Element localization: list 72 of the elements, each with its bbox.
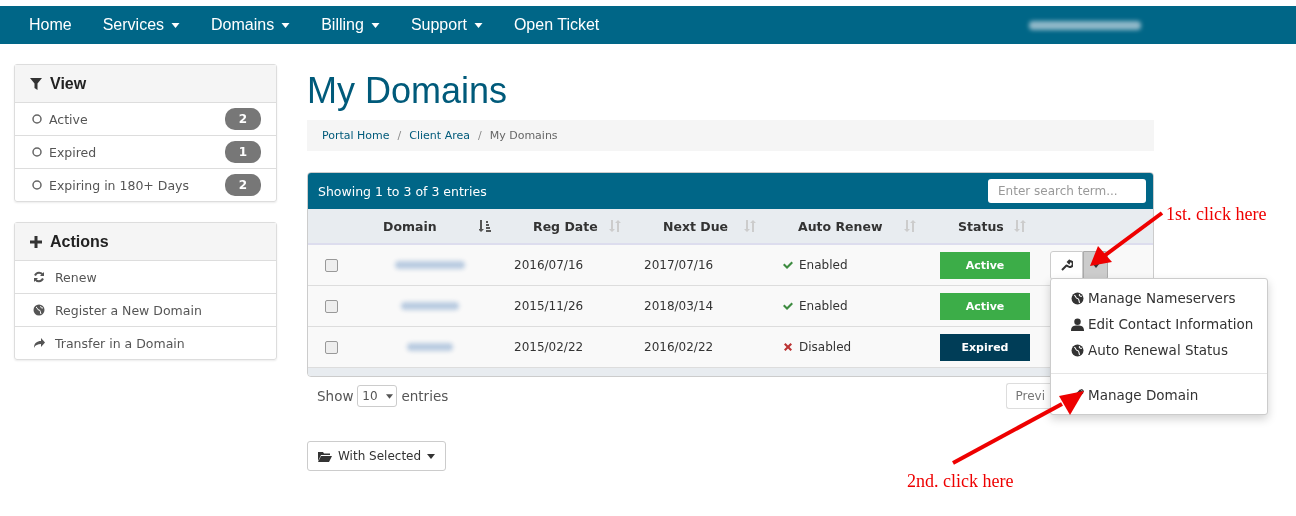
filter-item[interactable]: Expiring in 180+ Days 2 xyxy=(15,168,276,201)
menu-item[interactable]: Edit Contact Information xyxy=(1051,311,1267,337)
plus-icon xyxy=(30,235,42,248)
count-badge: 2 xyxy=(225,108,261,130)
table-cell: 2016/02/22 xyxy=(644,340,714,354)
nav-link[interactable]: Billing xyxy=(304,16,394,34)
blurred-text xyxy=(407,343,453,351)
table-cell: Disabled xyxy=(799,340,852,354)
with-selected-button[interactable]: With Selected xyxy=(307,441,447,471)
action-item[interactable]: Transfer in a Domain xyxy=(15,326,276,359)
count-badge: 1 xyxy=(225,141,261,163)
wrench-icon xyxy=(1060,259,1073,271)
filter-icon xyxy=(30,77,42,90)
table-cell: 2015/02/22 xyxy=(514,340,584,354)
length-label: entries xyxy=(401,388,449,404)
panel-title: Actions xyxy=(50,232,109,251)
folder-icon xyxy=(318,450,332,462)
filter-item[interactable]: Expired 1 xyxy=(15,135,276,168)
breadcrumb-link[interactable]: Portal Home xyxy=(322,129,390,142)
breadcrumb-separator: / xyxy=(397,129,402,142)
wrench-button[interactable] xyxy=(1050,250,1083,280)
table-cell: 2018/03/14 xyxy=(644,299,714,313)
entries-info: Showing 1 to 3 of 3 entries xyxy=(318,183,487,199)
sort-icon[interactable] xyxy=(479,220,491,232)
share-arrow-icon xyxy=(33,337,45,349)
nav-link[interactable]: Services xyxy=(85,16,195,34)
status-label: Expired xyxy=(940,333,1030,361)
count-badge: 2 xyxy=(225,174,261,196)
row-checkbox[interactable] xyxy=(325,258,338,272)
annotation-text: 2nd. click here xyxy=(907,471,1014,492)
page-size-select[interactable]: 10 xyxy=(357,385,398,407)
table-cell: 2015/11/26 xyxy=(514,299,584,313)
nav-link[interactable]: Open Ticket xyxy=(496,16,614,34)
panel-title: View xyxy=(50,74,87,93)
annotation-text: 1st. click here xyxy=(1166,204,1267,225)
table-cell: Enabled xyxy=(799,299,848,313)
breadcrumb-current: My Domains xyxy=(489,129,558,142)
globe-icon xyxy=(33,304,45,316)
column-header[interactable]: Auto Renew xyxy=(798,218,883,234)
user-icon xyxy=(1071,317,1084,331)
blurred-text xyxy=(401,302,459,310)
caret-icon xyxy=(427,453,436,459)
blurred-text xyxy=(395,261,465,269)
column-header[interactable]: Status xyxy=(958,218,1004,234)
column-header[interactable]: Reg Date xyxy=(533,218,598,234)
globe-icon xyxy=(1071,291,1084,305)
column-header[interactable]: Domain xyxy=(383,218,437,234)
status-label: Active xyxy=(940,251,1030,279)
breadcrumb-link[interactable]: Client Area xyxy=(409,129,470,142)
column-header[interactable]: Next Due xyxy=(663,218,729,234)
globe-icon xyxy=(1071,343,1084,357)
row-checkbox[interactable] xyxy=(325,340,338,354)
nav-link[interactable]: Home xyxy=(12,16,86,34)
table-cell: 2017/07/16 xyxy=(644,258,714,272)
page-title: My Domains xyxy=(307,69,509,113)
table-cell: 2016/07/16 xyxy=(514,258,584,272)
caret-icon xyxy=(385,393,393,399)
action-item[interactable]: Renew xyxy=(15,261,276,293)
menu-item[interactable]: Auto Renewal Status xyxy=(1051,337,1267,363)
length-label: Show xyxy=(317,388,354,404)
breadcrumb-separator: / xyxy=(477,129,482,142)
previous-button[interactable]: Previ xyxy=(1006,383,1050,409)
search-field[interactable]: Enter search term... xyxy=(988,179,1146,203)
row-checkbox[interactable] xyxy=(325,299,338,313)
table-cell: Enabled xyxy=(799,258,848,272)
menu-item[interactable]: Manage Nameservers xyxy=(1051,285,1267,311)
status-label: Active xyxy=(940,292,1030,320)
refresh-icon xyxy=(33,271,45,283)
nav-link[interactable]: Domains xyxy=(194,16,305,34)
filter-item[interactable]: Active 2 xyxy=(15,103,276,135)
action-item[interactable]: Register a New Domain xyxy=(15,293,276,326)
nav-link[interactable]: Support xyxy=(393,16,497,34)
